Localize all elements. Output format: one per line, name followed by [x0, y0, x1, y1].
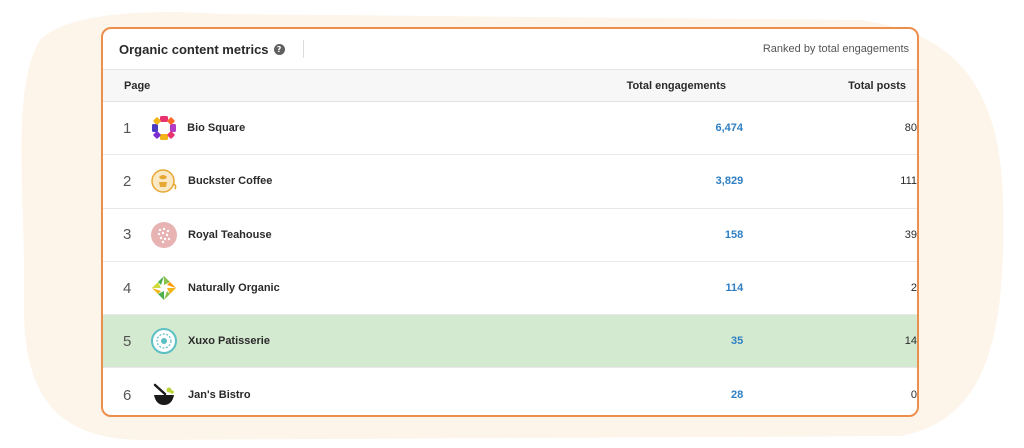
table-row[interactable]: 1 Bio Square 6,474 80 — [103, 102, 917, 156]
title-wrap: Organic content metrics ? — [119, 29, 304, 69]
page-stage: Organic content metrics ? Ranked by tota… — [0, 0, 1024, 448]
column-header-page[interactable]: Page — [103, 80, 303, 92]
buckster-coffee-logo — [150, 167, 178, 195]
metrics-card: Organic content metrics ? Ranked by tota… — [101, 27, 919, 417]
page-name[interactable]: Naturally Organic — [188, 282, 478, 294]
card-title: Organic content metrics — [119, 41, 269, 57]
engagements-value[interactable]: 3,829 — [478, 175, 744, 187]
jans-bistro-logo — [150, 381, 178, 409]
row-rank: 1 — [123, 119, 132, 137]
table-row-highlighted[interactable]: 5 Xuxo Patisserie 35 14 — [103, 315, 917, 369]
engagements-value[interactable]: 28 — [478, 389, 743, 401]
posts-value: 111 — [900, 175, 917, 188]
column-header-posts[interactable]: Total posts — [726, 80, 906, 92]
engagements-value[interactable]: 6,474 — [477, 122, 743, 134]
row-rank: 5 — [123, 332, 132, 350]
royal-teahouse-logo — [150, 221, 178, 249]
posts-value: 0 — [910, 389, 917, 402]
posts-value: 14 — [904, 335, 917, 348]
column-header-engagements[interactable]: Total engagements — [303, 80, 726, 92]
page-name[interactable]: Xuxo Patisserie — [188, 335, 478, 347]
table-row[interactable]: 2 Buckster Coffee 3,829 111 — [103, 155, 917, 209]
naturally-organic-logo — [150, 274, 178, 302]
header-divider — [302, 40, 304, 58]
xuxo-patisserie-logo — [150, 327, 178, 355]
ranked-by-label: Ranked by total engagements — [762, 43, 909, 55]
row-rank: 6 — [123, 386, 132, 404]
table-row[interactable]: 4 Naturally Organic 114 2 — [103, 262, 917, 316]
help-icon[interactable]: ? — [273, 43, 285, 55]
table-row[interactable]: 6 Jan's Bistro 28 0 — [103, 368, 917, 415]
page-name[interactable]: Jan's Bistro — [188, 389, 478, 401]
row-rank: 4 — [123, 279, 132, 297]
engagements-value[interactable]: 35 — [478, 335, 743, 347]
bio-square-logo — [150, 114, 177, 142]
engagements-value[interactable]: 114 — [478, 282, 743, 294]
posts-value: 80 — [904, 122, 917, 135]
page-name[interactable]: Bio Square — [187, 122, 477, 134]
page-name[interactable]: Buckster Coffee — [188, 175, 478, 187]
row-rank: 2 — [123, 172, 132, 190]
row-rank: 3 — [123, 226, 132, 244]
table-header: Page Total engagements Total posts — [103, 70, 917, 102]
page-name[interactable]: Royal Teahouse — [188, 229, 478, 241]
posts-value: 2 — [910, 282, 917, 295]
posts-value: 39 — [904, 228, 917, 241]
table-body: 1 Bio Square 6,474 80 2 Buckster Coffee … — [103, 102, 917, 415]
table-row[interactable]: 3 Royal Teahouse 158 39 — [103, 209, 917, 262]
card-header: Organic content metrics ? Ranked by tota… — [103, 29, 917, 70]
engagements-value[interactable]: 158 — [478, 229, 743, 241]
